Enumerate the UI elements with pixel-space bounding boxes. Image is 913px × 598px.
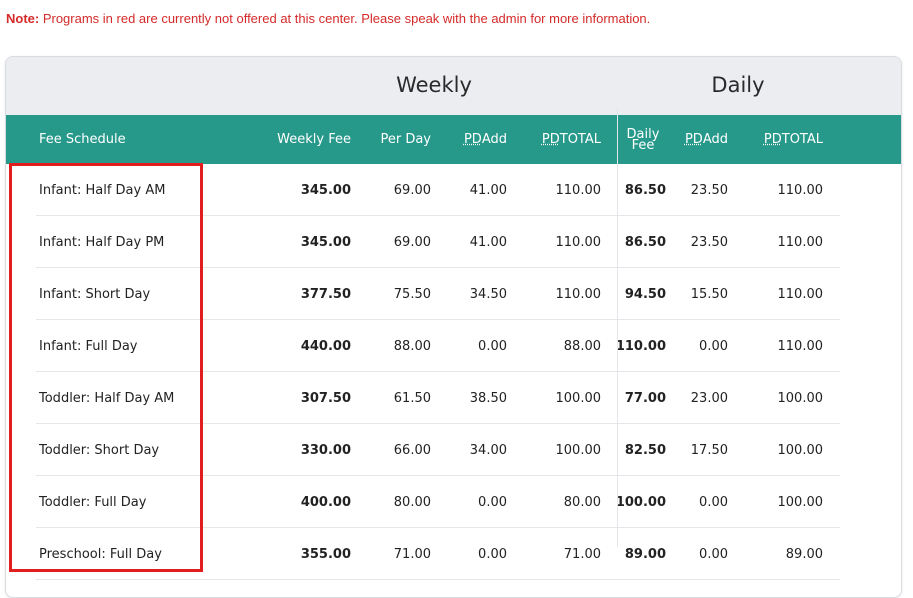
header-pd-total: PD TOTAL — [541, 132, 601, 147]
cell-pd-add: 34.00 — [469, 442, 507, 458]
header-daily-pd-add: PD Add — [684, 132, 728, 147]
cell-weekly-fee: 400.00 — [300, 494, 351, 510]
cell-per-day: 88.00 — [393, 338, 431, 354]
group-header-row: Weekly Daily — [6, 57, 901, 115]
cell-daily-pd-add: 17.50 — [690, 442, 728, 458]
table-row: Infant: Half Day AM 345.00 69.00 41.00 110.0… — [6, 164, 901, 216]
cell-weekly-fee: 307.50 — [300, 390, 351, 406]
cell-daily-fee: 77.00 — [624, 390, 666, 406]
table-row: Toddler: Full Day 400.00 80.00 0.00 80.00 100… — [6, 476, 901, 528]
note-text: Programs in red are currently not offere… — [39, 11, 651, 26]
cell-daily-fee: 86.50 — [624, 234, 666, 250]
cell-weekly-fee: 345.00 — [300, 182, 351, 198]
cell-pd-add: 0.00 — [478, 494, 507, 510]
cell-daily-pd-total: 89.00 — [785, 546, 823, 562]
cell-daily-pd-total: 110.00 — [777, 182, 824, 198]
cell-pd-total: 110.00 — [555, 234, 602, 250]
cell-pd-add: 0.00 — [478, 546, 507, 562]
cell-daily-pd-total: 110.00 — [777, 338, 824, 354]
cell-daily-pd-total: 110.00 — [777, 234, 824, 250]
group-weekly: Weekly — [396, 73, 472, 97]
cell-per-day: 66.00 — [393, 442, 431, 458]
cell-pd-add: 38.50 — [469, 390, 507, 406]
cell-per-day: 69.00 — [393, 234, 431, 250]
cell-daily-pd-add: 0.00 — [699, 338, 728, 354]
cell-daily-fee: 89.00 — [624, 546, 666, 562]
column-header-row: Fee Schedule Weekly Fee Per Day PD Add P… — [6, 115, 901, 164]
note-prefix: Note: — [6, 11, 40, 26]
cell-daily-fee: 100.00 — [615, 494, 666, 510]
cell-pd-total: 110.00 — [555, 182, 602, 198]
table-row: Preschool: Full Day 355.00 71.00 0.00 71.00 8… — [6, 528, 901, 580]
cell-daily-fee: 86.50 — [624, 182, 666, 198]
cell-pd-total: 71.00 — [563, 546, 601, 562]
cell-daily-fee: 94.50 — [624, 286, 666, 302]
cell-pd-add: 41.00 — [469, 234, 507, 250]
cell-daily-pd-add: 23.50 — [690, 234, 728, 250]
cell-program-name: Toddler: Half Day AM — [39, 390, 175, 406]
cell-daily-pd-total: 110.00 — [777, 286, 824, 302]
cell-per-day: 75.50 — [393, 286, 431, 302]
weekly-daily-divider — [617, 107, 618, 547]
cell-pd-total: 110.00 — [555, 286, 602, 302]
row-separator — [36, 579, 840, 580]
header-daily-pd-total: PD TOTAL — [763, 132, 823, 147]
cell-weekly-fee: 330.00 — [300, 442, 351, 458]
header-weekly-fee: Weekly Fee — [277, 132, 351, 147]
header-fee-schedule: Fee Schedule — [39, 132, 126, 147]
table-row: Toddler: Half Day AM 307.50 61.50 38.50 100.… — [6, 372, 901, 424]
cell-weekly-fee: 377.50 — [300, 286, 351, 302]
cell-daily-pd-add: 0.00 — [699, 546, 728, 562]
table-row: Toddler: Short Day 330.00 66.00 34.00 100.00… — [6, 424, 901, 476]
cell-weekly-fee: 440.00 — [300, 338, 351, 354]
cell-program-name: Infant: Half Day PM — [39, 234, 165, 250]
table-row: Infant: Full Day 440.00 88.00 0.00 88.00 110.… — [6, 320, 901, 372]
cell-program-name: Infant: Half Day AM — [39, 182, 166, 198]
availability-note: Note: Programs in red are currently not … — [6, 11, 650, 26]
cell-pd-total: 80.00 — [563, 494, 601, 510]
cell-pd-add: 34.50 — [469, 286, 507, 302]
cell-pd-total: 100.00 — [555, 442, 602, 458]
cell-pd-total: 88.00 — [563, 338, 601, 354]
cell-pd-add: 0.00 — [478, 338, 507, 354]
cell-daily-pd-total: 100.00 — [777, 494, 824, 510]
fee-schedule-table: Weekly Daily Fee Schedule Weekly Fee Per… — [5, 56, 902, 598]
cell-daily-fee: 82.50 — [624, 442, 666, 458]
cell-program-name: Infant: Full Day — [39, 338, 138, 354]
cell-pd-total: 100.00 — [555, 390, 602, 406]
cell-program-name: Infant: Short Day — [39, 286, 151, 302]
cell-per-day: 71.00 — [393, 546, 431, 562]
cell-per-day: 61.50 — [393, 390, 431, 406]
cell-daily-pd-total: 100.00 — [777, 390, 824, 406]
cell-per-day: 80.00 — [393, 494, 431, 510]
header-daily-fee: Daily Fee — [626, 126, 660, 153]
cell-program-name: Preschool: Full Day — [39, 546, 162, 562]
table-row: Infant: Short Day 377.50 75.50 34.50 110.00 9… — [6, 268, 901, 320]
cell-weekly-fee: 355.00 — [300, 546, 351, 562]
group-daily: Daily — [711, 73, 765, 97]
cell-per-day: 69.00 — [393, 182, 431, 198]
cell-daily-pd-add: 0.00 — [699, 494, 728, 510]
cell-pd-add: 41.00 — [469, 182, 507, 198]
table-row: Infant: Half Day PM 345.00 69.00 41.00 110.0… — [6, 216, 901, 268]
cell-daily-pd-add: 23.00 — [690, 390, 728, 406]
cell-weekly-fee: 345.00 — [300, 234, 351, 250]
cell-program-name: Toddler: Short Day — [39, 442, 160, 458]
header-pd-add: PD Add — [463, 132, 507, 147]
cell-daily-pd-total: 100.00 — [777, 442, 824, 458]
cell-daily-pd-add: 15.50 — [690, 286, 728, 302]
cell-daily-pd-add: 23.50 — [690, 182, 728, 198]
cell-daily-fee: 110.00 — [615, 338, 666, 354]
cell-program-name: Toddler: Full Day — [39, 494, 147, 510]
header-per-day: Per Day — [380, 132, 431, 147]
